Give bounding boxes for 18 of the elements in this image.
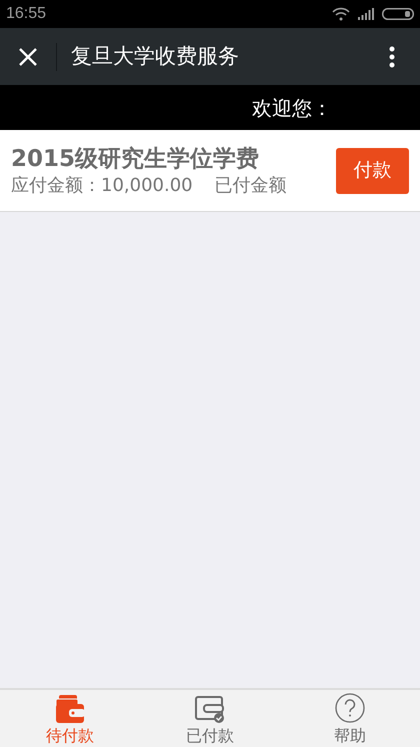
pay-button[interactable]: 付款 (336, 148, 409, 194)
amount-due: 应付金额：10,000.00 (11, 174, 193, 198)
battery-icon (382, 8, 414, 20)
wifi-icon (332, 7, 350, 21)
paid-amount-label: 已付金额 (214, 174, 287, 198)
more-icon (389, 46, 395, 68)
wallet-check-icon (195, 695, 225, 723)
help-icon (335, 693, 365, 723)
tab[interactable]: 已付款 (140, 690, 280, 747)
tab[interactable]: 待付款 (0, 690, 140, 747)
status-time: 16:55 (6, 4, 46, 24)
page-title: 复旦大学收费服务 (71, 42, 239, 70)
signal-icon (358, 8, 374, 20)
welcome-text: 欢迎您： (252, 94, 332, 122)
close-icon (19, 48, 37, 66)
wallet-icon (55, 695, 85, 723)
tab[interactable]: 帮助 (280, 690, 420, 747)
bill-title: 2015级研究生学位学费 (11, 144, 260, 174)
